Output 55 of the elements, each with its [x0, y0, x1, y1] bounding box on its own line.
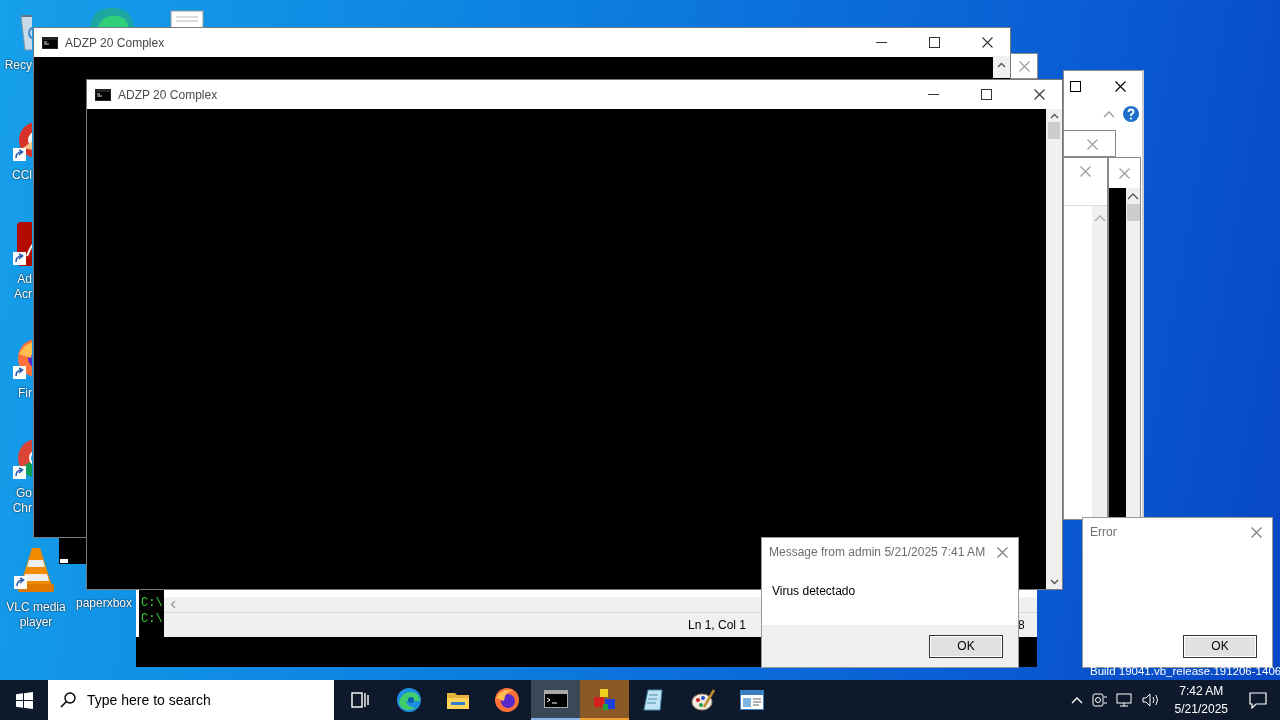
icon-label[interactable]: Chr	[12, 501, 32, 516]
icon-label[interactable]: VLC media	[6, 600, 66, 615]
close-icon[interactable]	[981, 37, 993, 48]
clock-time[interactable]: 7:42 AM	[1179, 682, 1224, 700]
clock-date[interactable]: 5/21/2025	[1174, 700, 1228, 718]
icon-label[interactable]: CCl	[12, 168, 32, 183]
dialog-title: Message from admin 5/21/2025 7:41 AM	[769, 545, 986, 559]
icon-label[interactable]: Ad	[17, 272, 32, 287]
chevron-up-icon[interactable]	[1127, 192, 1139, 200]
help-icon[interactable]	[1123, 106, 1139, 122]
volume-icon[interactable]	[1140, 692, 1161, 708]
window-title: ADZP 20 Complex	[65, 35, 166, 50]
scrollbar[interactable]	[1092, 206, 1107, 519]
maximize-icon[interactable]	[928, 37, 940, 48]
build-label: Build 19041.vb_release.191206-1406	[1090, 665, 1280, 677]
status-text: Ln 1, Col 1	[688, 618, 747, 632]
close-icon[interactable]	[1115, 80, 1126, 92]
network-icon[interactable]	[1114, 692, 1135, 708]
console-icon	[42, 36, 58, 49]
search-icon	[60, 692, 76, 708]
icon-label[interactable]: Go	[16, 486, 32, 501]
maximize-icon[interactable]	[980, 89, 992, 100]
chevron-up-icon[interactable]	[997, 62, 1006, 68]
ok-button[interactable]: OK	[1183, 634, 1257, 658]
status-text: 8	[1018, 618, 1025, 632]
pdf-icon[interactable]	[13, 222, 32, 266]
scrollbar-thumb[interactable]	[1126, 204, 1140, 221]
cubes-icon[interactable]	[580, 680, 629, 720]
icon-label[interactable]: Fir	[18, 386, 32, 401]
icon-label[interactable]: Acr	[14, 287, 32, 302]
console-icon	[95, 88, 111, 101]
scrollbar[interactable]	[1046, 109, 1062, 589]
blank-dialog[interactable]	[1108, 157, 1141, 520]
maximize-icon[interactable]	[1070, 80, 1081, 92]
dialog-title: Error	[1090, 525, 1118, 539]
windows-logo-icon[interactable]	[15, 691, 33, 709]
window-title: ADZP 20 Complex	[118, 87, 219, 102]
search-field[interactable]: Type here to search	[48, 680, 334, 720]
notification-icon[interactable]	[1249, 691, 1267, 709]
background-window[interactable]	[1010, 53, 1038, 79]
console-icon[interactable]	[531, 680, 580, 720]
close-icon[interactable]	[1033, 89, 1045, 100]
chevron-down-icon[interactable]	[1049, 579, 1059, 585]
scrollbar[interactable]	[1126, 188, 1140, 519]
ok-button[interactable]: OK	[929, 634, 1003, 658]
icon-label[interactable]: Recy	[4, 58, 32, 73]
message-text: Virus detectado	[772, 584, 856, 598]
chevron-up-icon[interactable]	[1049, 113, 1059, 119]
scrollbar[interactable]	[993, 56, 1010, 78]
icon-label[interactable]: player	[19, 615, 53, 630]
scrollbar-thumb[interactable]	[1048, 122, 1060, 139]
search-placeholder: Type here to search	[87, 692, 211, 708]
console-text: C:\	[141, 595, 164, 611]
console-text: C:\	[141, 611, 164, 627]
icon-label[interactable]: paperxbox	[75, 596, 132, 611]
